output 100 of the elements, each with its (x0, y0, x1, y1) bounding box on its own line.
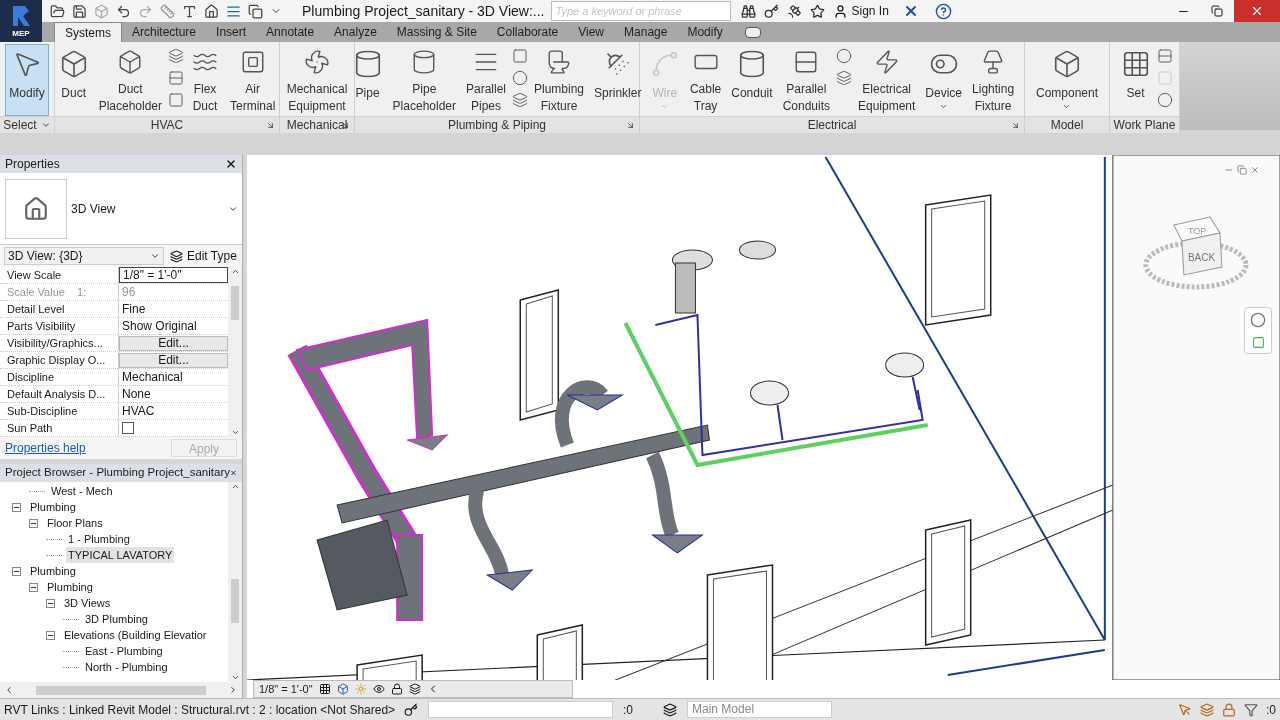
layers-icon[interactable] (408, 683, 421, 695)
tree-item[interactable]: 1 - Plumbing (66, 530, 132, 548)
tree-item[interactable]: Plumbing (45, 578, 95, 596)
tree-item[interactable]: North - Plumbing (83, 658, 170, 676)
ribbon-toggle-icon[interactable] (744, 27, 761, 38)
tree-toggle[interactable] (46, 598, 55, 608)
house-icon[interactable] (204, 3, 219, 19)
tree-item[interactable]: Plumbing (28, 562, 78, 580)
scroll-thumb[interactable] (231, 579, 239, 623)
edit-button[interactable]: Edit... (119, 335, 228, 351)
tree-toggle[interactable] (29, 582, 38, 592)
sign-in-button[interactable]: Sign In (832, 2, 889, 20)
dialog-launcher-icon[interactable] (266, 120, 275, 130)
tree-item[interactable]: Floor Plans (45, 514, 105, 532)
scroll-right-icon[interactable] (228, 685, 238, 695)
undo-icon[interactable] (116, 3, 131, 19)
scroll-left-icon[interactable] (4, 685, 14, 695)
ribbon-tab[interactable]: Systems (54, 22, 122, 42)
ring-icon[interactable] (1156, 92, 1173, 108)
workset-icon[interactable] (404, 702, 418, 717)
panel-title[interactable]: Electrical (807, 116, 857, 134)
tree-toggle[interactable] (12, 566, 21, 576)
tree-toggle[interactable] (46, 630, 55, 640)
ribbon-tool-button[interactable]: Flex Duct (186, 44, 224, 116)
ribbon-tool-button[interactable]: Device (921, 44, 967, 116)
binoculars-icon[interactable] (740, 3, 756, 19)
tree-item[interactable]: Elevations (Building Elevatior (62, 626, 209, 644)
save-icon[interactable] (72, 3, 87, 19)
ruler-icon[interactable] (160, 3, 175, 19)
ring-icon[interactable] (836, 48, 852, 64)
rows-icon[interactable] (1156, 48, 1173, 64)
zoom-icon[interactable] (1251, 336, 1265, 349)
tree-toggle[interactable] (12, 502, 21, 512)
ribbon-tab[interactable]: Manage (614, 22, 678, 42)
application-menu-button[interactable]: MEP (0, 0, 42, 42)
property-value[interactable]: Show Original (119, 317, 197, 335)
list-icon[interactable] (226, 3, 241, 19)
open-icon[interactable] (50, 3, 65, 19)
property-value-field[interactable]: 1/8" = 1'-0" (119, 267, 228, 283)
ribbon-tool-button[interactable]: Electrical Equipment (854, 44, 920, 116)
edit-type-button[interactable]: Edit Type (170, 247, 237, 265)
select-links-icon[interactable] (1178, 702, 1192, 717)
ribbon-tool-button[interactable]: Lighting Fixture (968, 44, 1019, 116)
panel-title[interactable]: Work Plane (1113, 116, 1176, 134)
tree-item[interactable]: 3D Plumbing (83, 610, 150, 628)
panel-title[interactable]: Plumbing & Piping (447, 116, 547, 134)
ribbon-tool-button[interactable]: Conduit (727, 44, 777, 116)
scroll-down-icon[interactable] (230, 673, 240, 682)
lock-icon[interactable] (390, 683, 403, 695)
properties-help-link[interactable]: Properties help (5, 439, 86, 457)
ribbon-tool-button[interactable]: Sprinkler (590, 44, 646, 116)
ribbon-tab[interactable]: Analyze (324, 22, 387, 42)
property-value[interactable]: None (119, 385, 151, 403)
ribbon-tool-button[interactable]: Parallel Pipes (462, 44, 510, 116)
view-scale[interactable]: 1/8" = 1'-0" (259, 680, 313, 698)
windows-icon[interactable] (248, 3, 263, 19)
model-dropdown[interactable]: Main Model (687, 701, 832, 718)
scroll-up-icon[interactable] (230, 267, 240, 276)
rows-icon[interactable] (168, 70, 184, 86)
ribbon-tool-button[interactable]: Cable Tray (685, 44, 726, 116)
ribbon-tool-button[interactable]: Duct (54, 44, 93, 116)
ribbon-tab[interactable]: Collaborate (486, 22, 569, 42)
detail-level-icon[interactable] (318, 683, 331, 695)
ribbon-tool-button[interactable]: Pipe Placeholder (388, 44, 460, 116)
design-options-icon[interactable] (663, 702, 677, 717)
scroll-down-icon[interactable] (230, 428, 240, 437)
tree-item[interactable]: Plumbing (28, 498, 78, 516)
tree-item[interactable]: West - Mech (49, 482, 115, 500)
ribbon-tab[interactable]: Modify (677, 22, 733, 42)
scrollbar[interactable] (228, 482, 242, 682)
ribbon-tool-button[interactable]: Duct Placeholder (94, 44, 166, 116)
ribbon-tool-button[interactable]: Component (1031, 44, 1102, 116)
square-icon[interactable] (168, 92, 184, 108)
ribbon-tool-button[interactable]: Air Terminal (226, 44, 280, 116)
property-value[interactable]: Mechanical (119, 368, 183, 386)
ribbon-tab[interactable]: View (568, 22, 615, 42)
ribbon-tab[interactable]: Architecture (122, 22, 207, 42)
ribbon-tab[interactable]: Annotate (256, 22, 325, 42)
eye-icon[interactable] (372, 683, 385, 695)
checkbox[interactable] (122, 422, 134, 434)
ribbon-tab[interactable]: Insert (206, 22, 257, 42)
tree-item[interactable]: TYPICAL LAVATORY (66, 546, 175, 564)
panel-title[interactable]: HVAC (150, 116, 184, 134)
star-icon[interactable] (809, 3, 825, 19)
tree-toggle[interactable] (29, 518, 38, 528)
scroll-thumb[interactable] (36, 685, 206, 695)
help-icon[interactable] (934, 2, 952, 20)
select-underlay-icon[interactable] (1200, 702, 1214, 717)
restore-icon[interactable] (1211, 5, 1223, 17)
viewcube-face-label[interactable]: BACK (1187, 252, 1216, 263)
scrollbar[interactable] (228, 267, 242, 437)
tree-item[interactable]: East - Plumbing (83, 642, 165, 660)
visual-style-icon[interactable] (336, 683, 349, 695)
instance-dropdown[interactable]: 3D View: {3D} (4, 247, 164, 265)
ribbon-tool-button[interactable]: Set (1116, 44, 1155, 116)
square-icon[interactable] (512, 48, 528, 64)
dialog-launcher-icon[interactable] (626, 120, 635, 130)
steering-wheel-icon[interactable] (1250, 312, 1266, 328)
ribbon-tool-button[interactable]: Plumbing Fixture (530, 44, 589, 116)
scroll-thumb[interactable] (231, 286, 239, 320)
